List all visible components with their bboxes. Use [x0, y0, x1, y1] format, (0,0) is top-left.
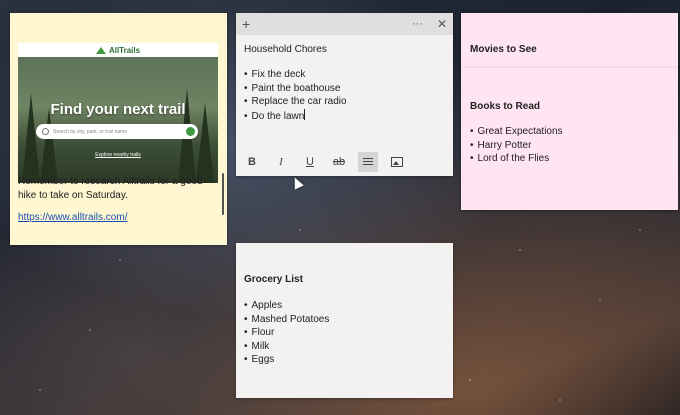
- note-title: Grocery List: [244, 274, 303, 285]
- preview-search-bar: Search by city, park, or trail name: [36, 124, 198, 139]
- text-caret: [304, 108, 306, 120]
- list-item: Mashed Potatoes: [244, 313, 330, 327]
- mouse-pointer-icon: [290, 175, 304, 190]
- list-item: Harry Potter: [470, 139, 563, 153]
- list-item: Flour: [244, 326, 329, 340]
- bullet-list-button[interactable]: [358, 152, 378, 172]
- list-item-text: Do the lawn: [251, 110, 305, 122]
- add-note-button[interactable]: +: [242, 16, 250, 32]
- trail-photo: Find your next trail Search by city, par…: [18, 57, 218, 183]
- add-image-button[interactable]: [387, 152, 407, 172]
- books-list: Great Expectations Harry Potter Lord of …: [470, 125, 563, 166]
- bold-button[interactable]: B: [242, 152, 262, 172]
- formatting-toolbar: B I U ab: [236, 148, 453, 176]
- note-body-text: Remember to research Alltrails for a goo…: [18, 176, 203, 201]
- more-options-button[interactable]: ···: [412, 18, 423, 30]
- note-title: Movies to See: [470, 44, 537, 55]
- note-editor[interactable]: Household Chores Fix the deck Paint the …: [244, 44, 444, 123]
- preview-header: AllTrails: [18, 43, 218, 57]
- sticky-note-grocery[interactable]: Grocery List Apples Mashed Potatoes Flou…: [236, 243, 453, 398]
- note-title: Books to Read: [470, 101, 541, 112]
- search-go-icon: [186, 127, 195, 136]
- alltrails-brand: AllTrails: [108, 45, 141, 55]
- list-item-active: Do the lawn: [244, 108, 444, 124]
- list-item: Eggs: [244, 353, 329, 367]
- list-item: Paint the boathouse: [244, 82, 444, 96]
- alltrails-link[interactable]: https://www.alltrails.com/: [18, 212, 127, 223]
- preview-search-placeholder: Search by city, park, or trail name: [53, 128, 128, 135]
- list-item: Apples: [244, 299, 329, 313]
- preview-explore-link: Explore nearby trails: [95, 152, 141, 158]
- sticky-note-household-chores[interactable]: + ··· ✕ Household Chores Fix the deck Pa…: [236, 13, 453, 176]
- search-icon: [42, 128, 49, 135]
- list-item: Fix the deck: [244, 68, 444, 82]
- close-note-button[interactable]: ✕: [437, 17, 447, 31]
- note-title: Household Chores: [244, 44, 327, 55]
- list-item: Milk: [244, 340, 329, 354]
- preview-headline: Find your next trail: [50, 101, 186, 118]
- note-title-bar: + ··· ✕: [236, 13, 453, 35]
- sticky-note-books[interactable]: Books to Read Great Expectations Harry P…: [461, 68, 678, 210]
- tree-shape: [40, 108, 58, 183]
- strikethrough-button[interactable]: ab: [329, 152, 349, 172]
- italic-button[interactable]: I: [271, 152, 291, 172]
- sticky-note-movies[interactable]: Movies to See: [461, 13, 678, 71]
- chores-list: Fix the deck Paint the boathouse Replace…: [244, 68, 444, 123]
- bullet-list-icon: [363, 157, 373, 167]
- list-item: Lord of the Flies: [470, 152, 563, 166]
- alltrails-logo-icon: [95, 46, 106, 54]
- underline-button[interactable]: U: [300, 152, 320, 172]
- list-item: Replace the car radio: [244, 95, 444, 109]
- list-item: Great Expectations: [470, 125, 563, 139]
- link-preview-image[interactable]: AllTrails Find your next trail Search by…: [18, 43, 218, 183]
- grocery-list: Apples Mashed Potatoes Flour Milk Eggs: [244, 299, 330, 367]
- scrollbar[interactable]: [222, 173, 224, 215]
- image-icon: [391, 157, 403, 167]
- sticky-note-alltrails[interactable]: AllTrails Find your next trail Search by…: [10, 13, 227, 245]
